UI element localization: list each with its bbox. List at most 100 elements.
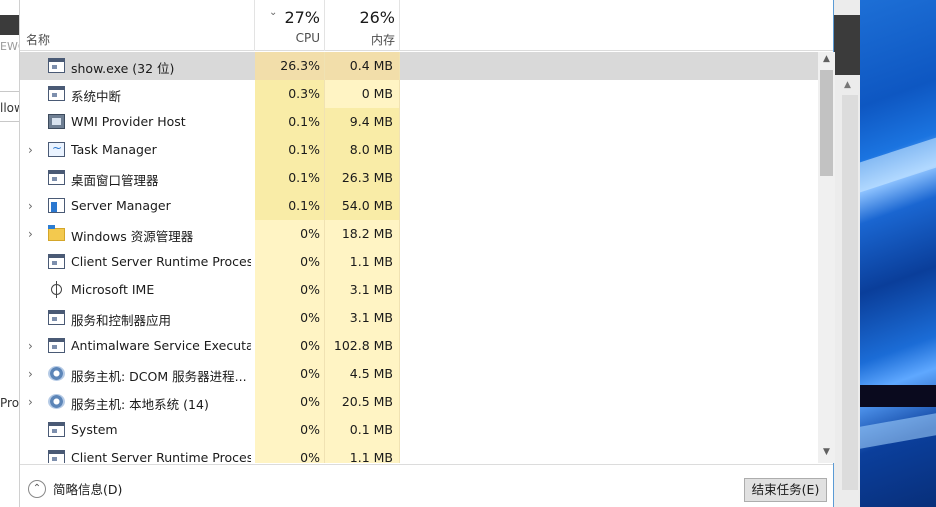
process-cpu: 0% — [255, 332, 325, 360]
process-row[interactable]: › 服务主机: 本地系统 (14) 0% 20.5 MB — [20, 388, 818, 416]
process-cpu: 0.1% — [255, 192, 325, 220]
process-memory: 20.5 MB — [325, 388, 400, 416]
column-header-name-label: 名称 — [26, 33, 51, 47]
process-memory: 3.1 MB — [325, 304, 400, 332]
process-row[interactable]: › Windows 资源管理器 0% 18.2 MB — [20, 220, 818, 248]
process-memory: 26.3 MB — [325, 164, 400, 192]
process-row[interactable]: 桌面窗口管理器 0.1% 26.3 MB — [20, 164, 818, 192]
process-row[interactable]: 系统中断 0.3% 0 MB — [20, 80, 818, 108]
column-header-memory[interactable]: 26% 内存 — [325, 0, 400, 51]
process-row[interactable]: System 0% 0.1 MB — [20, 416, 818, 444]
gear-icon — [48, 394, 65, 409]
process-cpu: 0.1% — [255, 136, 325, 164]
process-name: 服务和控制器应用 — [71, 313, 172, 328]
background-window-right: ▲ — [834, 0, 860, 507]
expand-chevron-icon[interactable]: › — [28, 339, 38, 353]
process-name: 服务主机: 本地系统 (14) — [71, 397, 209, 412]
process-memory: 9.4 MB — [325, 108, 400, 136]
task-manager-window: 名称 ⌄ 27% CPU 26% 内存 show.exe (32 位) 26.3%… — [19, 0, 835, 507]
process-cpu: 0% — [255, 248, 325, 276]
process-name: Antimalware Service Executa... — [71, 338, 251, 353]
process-cpu: 0.1% — [255, 164, 325, 192]
process-name: Task Manager — [71, 142, 157, 157]
process-name: 桌面窗口管理器 — [71, 173, 159, 188]
chevron-down-icon: ⌄ — [269, 7, 278, 18]
app-window-icon — [48, 170, 65, 185]
app-window-icon — [48, 450, 65, 463]
process-row[interactable]: Microsoft IME 0% 3.1 MB — [20, 276, 818, 304]
column-header-name[interactable]: 名称 — [20, 0, 255, 51]
app-window-icon — [48, 86, 65, 101]
vertical-scrollbar[interactable]: ▲ ▼ — [818, 52, 835, 463]
process-name: 服务主机: DCOM 服务器进程... — [71, 369, 247, 384]
process-memory: 1.1 MB — [325, 444, 400, 463]
app-window-icon — [48, 310, 65, 325]
process-memory: 1.1 MB — [325, 248, 400, 276]
background-window: EWC llow Pro — [0, 0, 19, 507]
wallpaper-dark-band — [860, 385, 936, 407]
end-task-button[interactable]: 结束任务(E) — [744, 478, 827, 502]
expand-chevron-icon[interactable]: › — [28, 199, 38, 213]
scroll-up-icon[interactable]: ▲ — [818, 54, 835, 69]
process-memory: 54.0 MB — [325, 192, 400, 220]
ime-icon — [51, 281, 62, 298]
footer-bar: ⌃ 简略信息(D) 结束任务(E) — [20, 464, 833, 507]
process-memory: 4.5 MB — [325, 360, 400, 388]
background-title-bar — [0, 15, 19, 35]
background-text: llow — [0, 101, 19, 115]
background-scrollbar — [842, 95, 858, 490]
process-name: Windows 资源管理器 — [71, 229, 194, 244]
process-cpu: 0% — [255, 388, 325, 416]
expand-chevron-icon[interactable]: › — [28, 395, 38, 409]
process-list: show.exe (32 位) 26.3% 0.4 MB 系统中断 0.3% 0 MB WM… — [20, 52, 818, 463]
scroll-down-icon[interactable]: ▼ — [818, 447, 835, 462]
scrollbar-thumb[interactable] — [820, 70, 833, 176]
process-name: Server Manager — [71, 198, 171, 213]
wallpaper-light-beam — [860, 137, 936, 193]
process-cpu: 26.3% — [255, 52, 325, 80]
process-row[interactable]: WMI Provider Host 0.1% 9.4 MB — [20, 108, 818, 136]
memory-total-percent: 26% — [359, 8, 395, 27]
process-memory: 0.1 MB — [325, 416, 400, 444]
process-cpu: 0.1% — [255, 108, 325, 136]
expand-chevron-icon[interactable]: › — [28, 367, 38, 381]
memory-column-label: 内存 — [370, 33, 395, 47]
wallpaper-light-beam — [860, 413, 936, 449]
process-row[interactable]: 服务和控制器应用 0% 3.1 MB — [20, 304, 818, 332]
process-memory: 0 MB — [325, 80, 400, 108]
process-cpu: 0% — [255, 444, 325, 463]
process-cpu: 0% — [255, 304, 325, 332]
background-divider — [0, 121, 19, 122]
chevron-up-circle-icon: ⌃ — [28, 479, 46, 498]
expand-chevron-icon[interactable]: › — [28, 227, 38, 241]
process-memory: 8.0 MB — [325, 136, 400, 164]
cpu-total-percent: 27% — [284, 8, 320, 27]
process-name: System — [71, 422, 118, 437]
column-header-cpu[interactable]: ⌄ 27% CPU — [255, 0, 325, 51]
process-name: Client Server Runtime Process — [71, 254, 251, 269]
process-cpu: 0% — [255, 360, 325, 388]
process-row[interactable]: › Antimalware Service Executa... 0% 102.8 M… — [20, 332, 818, 360]
process-name: WMI Provider Host — [71, 114, 186, 129]
process-cpu: 0% — [255, 220, 325, 248]
background-divider — [0, 91, 19, 92]
app-window-icon — [48, 58, 65, 73]
process-memory: 3.1 MB — [325, 276, 400, 304]
process-row[interactable]: Client Server Runtime Process 0% 1.1 MB — [20, 248, 818, 276]
expand-chevron-icon[interactable]: › — [28, 143, 38, 157]
process-cpu: 0% — [255, 416, 325, 444]
process-row[interactable]: › Server Manager 0.1% 54.0 MB — [20, 192, 818, 220]
process-row[interactable]: Client Server Runtime Process 0% 1.1 MB — [20, 444, 818, 463]
process-name: show.exe (32 位) — [71, 61, 175, 76]
task-manager-icon — [48, 141, 65, 157]
fewer-details-button[interactable]: ⌃ 简略信息(D) — [28, 479, 122, 498]
process-name: 系统中断 — [71, 89, 122, 104]
background-scroll-up-icon: ▲ — [844, 80, 851, 90]
app-window-icon — [48, 254, 65, 269]
process-row[interactable]: show.exe (32 位) 26.3% 0.4 MB — [20, 52, 818, 80]
wmi-icon — [48, 114, 65, 129]
process-row[interactable]: › 服务主机: DCOM 服务器进程... 0% 4.5 MB — [20, 360, 818, 388]
folder-icon — [48, 225, 65, 241]
process-row[interactable]: › Task Manager 0.1%8.0 MB — [20, 136, 818, 164]
app-window-icon — [48, 338, 65, 353]
